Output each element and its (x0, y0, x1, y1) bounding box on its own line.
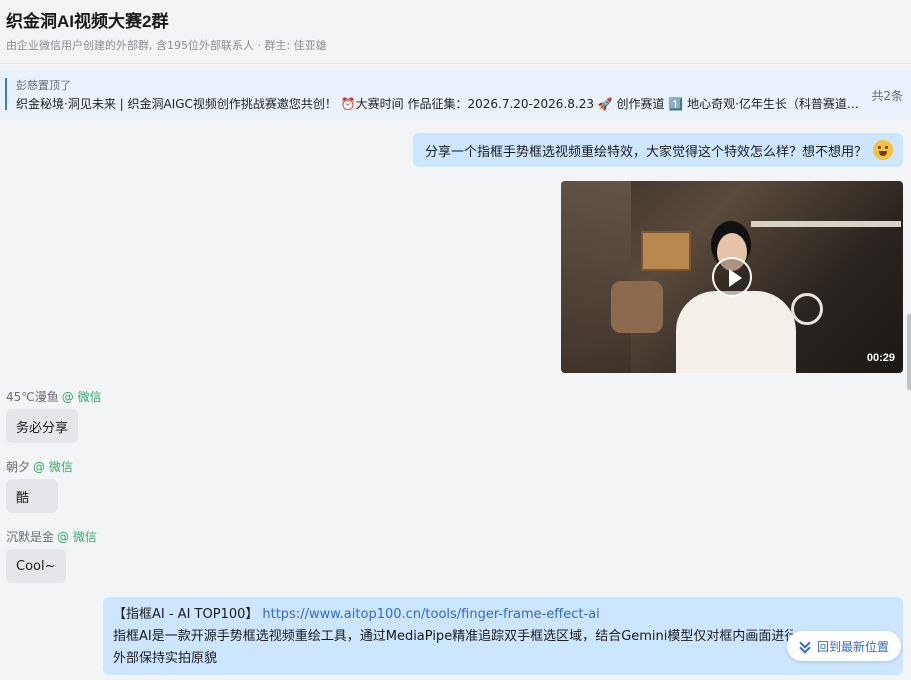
excited-face-icon (873, 140, 893, 160)
pinned-count[interactable]: 共2条 (871, 87, 903, 104)
group-title: 织金洞AI视频大赛2群 (6, 12, 169, 31)
double-chevron-down-icon (799, 640, 811, 652)
incoming-text-bubble[interactable]: 务必分享 (6, 409, 79, 443)
group-subtitle: 由企业微信用户创建的外部群, 含195位外部联系人 · 群主: 佳亚雄 (6, 39, 327, 52)
link-description-cont: 外部保持实拍原貌 (113, 651, 218, 666)
link-title-line: 【指框AI - AI TOP100】 https://www.aitop100.c… (113, 604, 893, 626)
link-description: 指框AI是一款开源手势框选视频重绘工具，通过MediaPipe精准追踪双手框选区… (113, 629, 793, 644)
chat-header: 织金洞AI视频大赛2群 由企业微信用户创建的外部群, 含195位外部联系人 · … (0, 0, 911, 64)
pinned-message-banner[interactable]: 彭慈置顶了 织金秘境·洞见未来 | 织金洞AIGC视频创作挑战赛邀您共创！ ⏰大… (0, 70, 911, 120)
link-title: 【指框AI - AI TOP100】 (113, 607, 259, 622)
sender-name: 朝夕 @ 微信 (6, 460, 73, 474)
sender-name: 45℃漫鱼 @ 微信 (6, 390, 102, 404)
sender-name: 沉默是金 @ 微信 (6, 530, 97, 544)
pinned-accent-bar (5, 78, 7, 110)
video-scene (561, 181, 631, 373)
link-message-bubble[interactable]: 【指框AI - AI TOP100】 https://www.aitop100.c… (103, 597, 903, 675)
video-message[interactable]: 00:29 (561, 181, 903, 373)
outgoing-text: 分享一个指框手势框选视频重绘特效，大家觉得这个特效怎么样？想不想用？ (424, 144, 867, 160)
pinned-label: 彭慈置顶了 (16, 79, 71, 92)
pinned-text: 织金秘境·洞见未来 | 织金洞AIGC视频创作挑战赛邀您共创！ ⏰大赛时间 作品… (16, 97, 859, 111)
back-to-latest-label: 回到最新位置 (816, 639, 889, 654)
back-to-latest-button[interactable]: 回到最新位置 (786, 631, 901, 661)
link-url[interactable]: https://www.aitop100.cn/tools/finger-fra… (262, 607, 599, 622)
video-duration: 00:29 (866, 352, 895, 364)
outgoing-text-bubble[interactable]: 分享一个指框手势框选视频重绘特效，大家觉得这个特效怎么样？想不想用？ (412, 133, 903, 167)
play-icon[interactable] (712, 257, 752, 297)
incoming-text-bubble[interactable]: Cool~ (6, 549, 66, 583)
scrollbar-thumb[interactable] (907, 314, 911, 390)
incoming-text-bubble[interactable]: 酷 (6, 479, 58, 513)
